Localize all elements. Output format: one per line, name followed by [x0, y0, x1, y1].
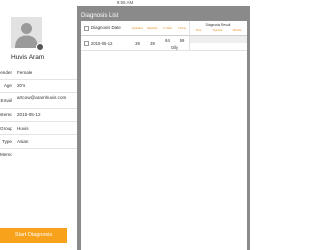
edit-photo-icon[interactable] [36, 43, 44, 51]
field-label: Age [3, 83, 12, 88]
field-age: Age 20's [0, 80, 77, 93]
field-registered: stered 2015-05-12 [0, 109, 77, 122]
header-tzone: T.Zone [178, 27, 186, 30]
start-diagnosis-button[interactable]: Start Diagnosis [0, 228, 67, 243]
field-value: Female [17, 70, 33, 75]
row-sebum: 64 [165, 38, 170, 43]
header-pigment: Pigment [212, 29, 223, 32]
field-value: artcow@aramhuvis.com [17, 95, 67, 100]
result-cell-shade [190, 36, 247, 43]
row-hydration: 39 [135, 41, 140, 46]
header-date: Diagnosis Date [91, 25, 121, 30]
table-header: Diagnosis Date Hydration Elasticity O. S… [81, 21, 247, 36]
header-hydration: Hydration [131, 27, 144, 30]
column-divider [189, 21, 190, 36]
field-memo: Memo [0, 149, 77, 161]
profile-info: ender Female Age 20's Email artcow@aramh… [0, 66, 77, 161]
row-elasticity: 39 [150, 41, 155, 46]
profile-panel: Huvis Aram ender Female Age 20's Email a… [0, 6, 77, 250]
diagnosis-table: Diagnosis Date Hydration Elasticity O. S… [81, 21, 247, 250]
field-value: Huvis [17, 126, 29, 131]
field-value: 20's [17, 83, 26, 88]
field-label: ender [0, 70, 12, 75]
diagnosis-area: Diagnosis List Diagnosis Date Hydration … [77, 6, 250, 250]
row-tzone: 59 [179, 38, 185, 43]
field-value: Asian [17, 139, 29, 144]
row-skin-type: Oily [170, 45, 179, 50]
table-row[interactable]: 2015-05-12 39 39 64 59 Oily [81, 36, 247, 51]
header-result: Diagnosis Result [205, 23, 231, 27]
field-label: Memo [0, 152, 12, 157]
field-value: 2015-05-12 [17, 112, 41, 117]
select-all-checkbox[interactable] [84, 26, 89, 31]
header-sebum: O. Sebu [162, 27, 173, 30]
diagnosis-list-title: Diagnosis List [81, 13, 119, 19]
header-wrinkle: Wrinkle [232, 29, 242, 32]
field-label: stered [0, 112, 12, 117]
row-checkbox[interactable] [84, 41, 89, 46]
user-name: Huvis Aram [11, 54, 45, 61]
field-email: Email artcow@aramhuvis.com [0, 93, 77, 109]
field-gender: ender Female [0, 66, 77, 80]
field-label: Email [0, 98, 13, 103]
field-label: Type [2, 139, 12, 144]
field-type: Type Asian [0, 135, 77, 149]
field-group: Group Huvis [0, 122, 77, 135]
header-elasticity: Elasticity [147, 27, 158, 30]
row-date: 2015-05-12 [91, 41, 113, 46]
header-pore: Pore [195, 29, 202, 32]
field-label: Group [0, 126, 12, 131]
